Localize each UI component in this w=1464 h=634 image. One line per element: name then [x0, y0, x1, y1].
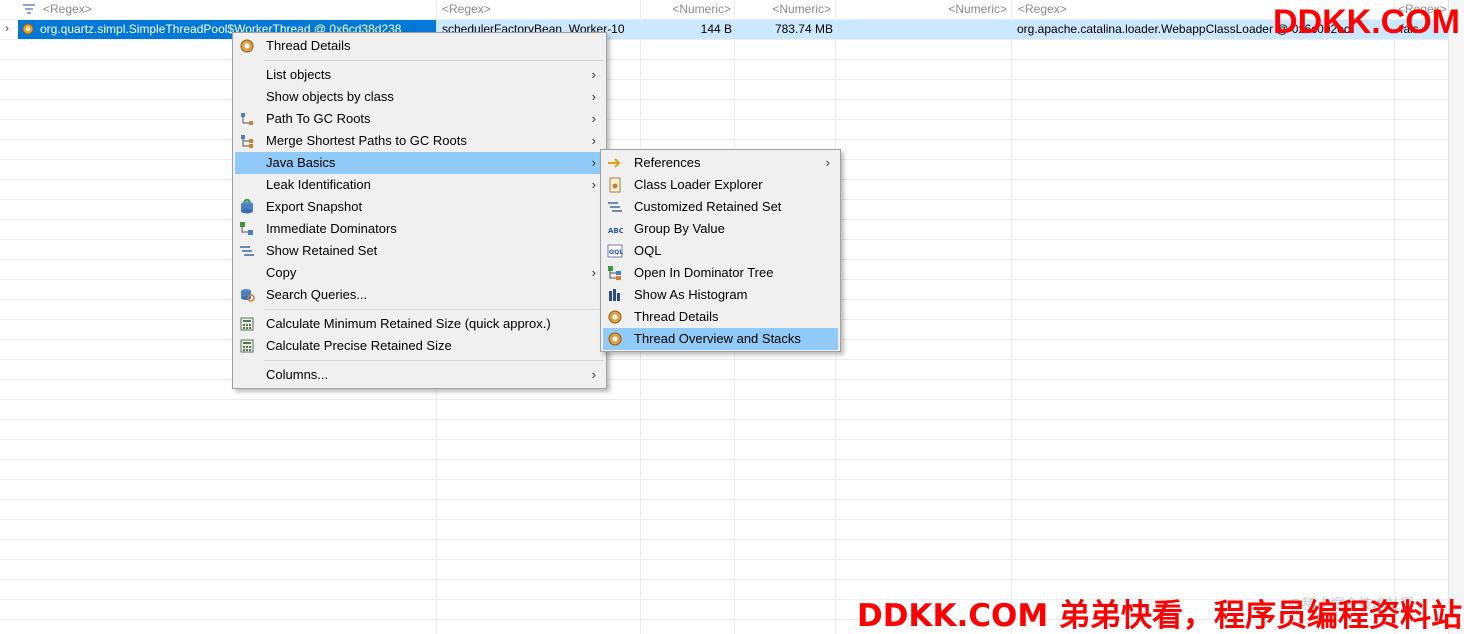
submenu-item-show-as-histogram[interactable]: Show As Histogram [603, 284, 838, 306]
menu-item-label: Columns... [266, 367, 329, 382]
menu-item-label: Search Queries... [266, 287, 368, 302]
submenu-item-class-loader-explorer[interactable]: Class Loader Explorer [603, 174, 838, 196]
bottom-watermark: DDKK.COM 弟弟快看，程序员编程资料站 [856, 598, 1462, 634]
menu-item-leak-identification[interactable]: Leak Identification › [235, 174, 604, 196]
menu-item-immediate-dominators[interactable]: Immediate Dominators [235, 218, 604, 240]
menu-item-copy[interactable]: Copy › [235, 262, 604, 284]
gear-icon [608, 332, 622, 346]
submenu-item-group-by-value[interactable]: ABC Group By Value [603, 218, 838, 240]
search-queries-icon [241, 289, 255, 302]
thread-gear-icon [22, 23, 34, 35]
filter-icon[interactable] [22, 3, 36, 16]
chevron-right-icon: › [825, 155, 830, 170]
submenu-item-customized-retained-set[interactable]: Customized Retained Set [603, 196, 838, 218]
menu-item-label: Open In Dominator Tree [634, 265, 774, 280]
retained-set-icon [608, 202, 622, 212]
chevron-right-icon: › [591, 367, 596, 382]
menu-item-path-to-gc-roots[interactable]: Path To GC Roots › [235, 108, 604, 130]
chevron-right-icon: › [591, 265, 596, 280]
menu-item-label: Show Retained Set [266, 243, 378, 258]
menu-item-label: Merge Shortest Paths to GC Roots [266, 133, 467, 148]
menu-item-label: Thread Details [266, 38, 351, 53]
filter-class-name[interactable]: <Regex> [43, 2, 423, 18]
submenu-item-open-in-dominator-tree[interactable]: Open In Dominator Tree [603, 262, 838, 284]
menu-item-label: Calculate Precise Retained Size [266, 338, 452, 353]
gear-icon [608, 310, 622, 324]
menu-item-label: Java Basics [266, 155, 336, 170]
menu-item-label: Class Loader Explorer [634, 177, 763, 192]
filter-numeric[interactable]: <Numeric> [840, 2, 1007, 18]
filter-retained-heap[interactable]: <Numeric> [740, 2, 831, 18]
menu-item-label: OQL [634, 243, 662, 258]
menu-item-label: Export Snapshot [266, 199, 363, 214]
menu-item-search-queries[interactable]: Search Queries... [235, 284, 604, 306]
menu-item-label: Show As Histogram [634, 287, 748, 302]
menu-item-export-snapshot[interactable]: Export Snapshot [235, 196, 604, 218]
menu-item-show-objects-by-class[interactable]: Show objects by class › [235, 86, 604, 108]
java-basics-submenu: References › Class Loader Explorer Custo… [600, 149, 841, 352]
calculator-icon [240, 317, 254, 331]
svg-text:ABC: ABC [608, 227, 623, 235]
abc-icon: ABC [608, 227, 623, 235]
svg-text:OQL: OQL [609, 249, 623, 256]
menu-item-merge-shortest-paths[interactable]: Merge Shortest Paths to GC Roots › [235, 130, 604, 152]
calculator-icon [240, 339, 254, 353]
menu-item-label: Group By Value [634, 221, 725, 236]
menu-item-label: Thread Details [634, 309, 719, 324]
chevron-right-icon: › [591, 89, 596, 104]
expand-chevron-icon[interactable]: › [5, 21, 9, 35]
chevron-right-icon: › [591, 67, 596, 82]
filter-shallow-heap[interactable]: <Numeric> [645, 2, 731, 18]
chevron-right-icon: › [591, 133, 596, 148]
retained-set-icon [240, 246, 254, 256]
menu-item-calc-min-retained[interactable]: Calculate Minimum Retained Size (quick a… [235, 313, 604, 335]
retained-heap-cell[interactable]: 783.74 MB [740, 21, 833, 38]
chevron-right-icon: › [591, 155, 596, 170]
class-loader-icon [609, 177, 621, 193]
top-watermark: DDKK.COM [1273, 3, 1460, 41]
dominator-tree-icon [608, 266, 621, 280]
menu-item-label: Leak Identification [266, 177, 371, 192]
menu-item-thread-details[interactable]: Thread Details [235, 35, 604, 57]
menu-item-java-basics[interactable]: Java Basics › [235, 152, 604, 174]
filter-thread-name[interactable]: <Regex> [442, 2, 632, 18]
context-menu: Thread Details List objects › Show objec… [232, 32, 607, 389]
oql-icon: OQL [607, 244, 623, 258]
gear-icon [240, 39, 254, 53]
menu-item-label: Show objects by class [266, 89, 394, 104]
submenu-item-thread-details[interactable]: Thread Details [603, 306, 838, 328]
menu-item-label: Immediate Dominators [266, 221, 397, 236]
submenu-item-oql[interactable]: OQL OQL [603, 240, 838, 262]
shallow-heap-cell[interactable]: 144 B [645, 21, 732, 38]
menu-item-label: Customized Retained Set [634, 199, 782, 214]
export-icon [241, 199, 253, 214]
submenu-item-references[interactable]: References › [603, 152, 838, 174]
submenu-item-thread-overview-and-stacks[interactable]: Thread Overview and Stacks [603, 328, 838, 350]
menu-item-calc-precise-retained[interactable]: Calculate Precise Retained Size [235, 335, 604, 357]
menu-item-label: Copy [266, 265, 297, 280]
menu-item-show-retained-set[interactable]: Show Retained Set [235, 240, 604, 262]
menu-item-label: Thread Overview and Stacks [634, 331, 801, 346]
chevron-right-icon: › [591, 111, 596, 126]
chevron-right-icon: › [591, 177, 596, 192]
histogram-icon [609, 289, 620, 301]
menu-item-label: Path To GC Roots [266, 111, 371, 126]
merge-path-icon [241, 135, 253, 148]
menu-item-label: List objects [266, 67, 332, 82]
vertical-scrollbar[interactable] [1448, 0, 1464, 634]
menu-item-label: References [634, 155, 701, 170]
menu-item-label: Calculate Minimum Retained Size (quick a… [266, 316, 551, 331]
menu-item-columns[interactable]: Columns... › [235, 364, 604, 386]
arrow-right-icon [608, 158, 621, 168]
dominators-icon [240, 222, 253, 235]
tree-path-icon [241, 113, 253, 125]
menu-item-list-objects[interactable]: List objects › [235, 64, 604, 86]
